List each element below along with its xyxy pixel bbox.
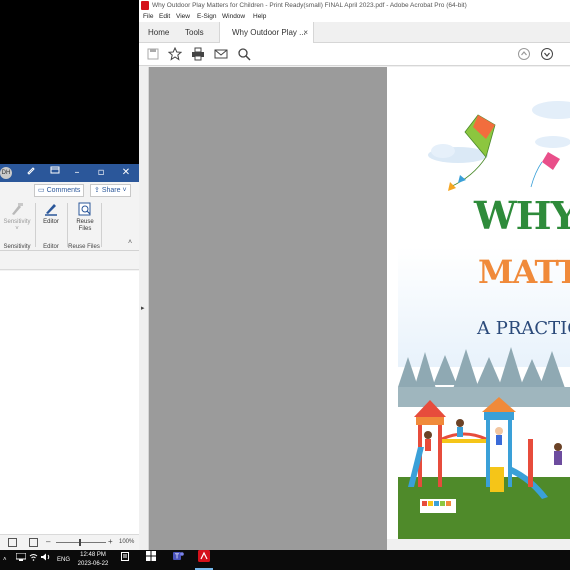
- comments-button[interactable]: ▭ Comments: [34, 184, 85, 197]
- save-icon[interactable]: [146, 47, 160, 61]
- editor-button[interactable]: Editor: [38, 201, 64, 226]
- menu-esign[interactable]: E-Sign: [197, 11, 217, 22]
- email-icon[interactable]: [214, 47, 228, 61]
- editor-icon: [43, 201, 59, 217]
- sensitivity-button-label: Sensitivity: [3, 219, 31, 225]
- editor-button-label: Editor: [43, 219, 59, 225]
- cover-illustration: [398, 101, 570, 539]
- ribbon-display-icon[interactable]: [44, 164, 66, 182]
- sensitivity-button[interactable]: Sensitivity ˅: [2, 201, 32, 233]
- reuse-files-button[interactable]: Reuse Files: [71, 201, 99, 233]
- word-title-bar: DH – ▫ ✕: [0, 164, 140, 182]
- sensitivity-group: Sensitivity ˅ Sensitivity: [0, 199, 34, 251]
- tab-document-label: Why Outdoor Play ...: [232, 28, 306, 37]
- acrobat-title-bar: Why Outdoor Play Matters for Children - …: [139, 0, 570, 11]
- acrobat-toolbar: [139, 43, 570, 66]
- bookmark-star-icon[interactable]: [167, 46, 183, 61]
- tab-tools[interactable]: Tools: [185, 22, 204, 43]
- close-icon[interactable]: ✕: [115, 164, 137, 182]
- zoom-out-icon[interactable]: –: [46, 537, 50, 546]
- desktop-screen: DH – ▫ ✕ ▭ Comments ⇪ Share ˅ Sensitivit…: [0, 0, 570, 570]
- menu-bar: File Edit View E-Sign Window Help: [139, 11, 570, 22]
- tab-document[interactable]: Why Outdoor Play ... ×: [219, 22, 314, 43]
- wifi-icon[interactable]: [29, 550, 38, 570]
- share-icon: ⇪: [94, 187, 100, 194]
- teams-icon[interactable]: T: [172, 550, 184, 570]
- network-icon[interactable]: [15, 550, 27, 570]
- taskbar: ˄ ENG 12:48 PM 2023-06-22 T: [0, 550, 570, 570]
- restore-icon[interactable]: ▫: [90, 164, 112, 182]
- viewport-bottom-area: [387, 539, 570, 550]
- cover-subtitle: A PRACTICAL GU: [477, 318, 570, 339]
- ribbon-actions: ▭ Comments ⇪ Share ˅: [0, 182, 140, 199]
- cover-title-why: WHY: [474, 193, 570, 238]
- acrobat-taskbar-icon[interactable]: [198, 550, 210, 570]
- window-title: Why Outdoor Play Matters for Children - …: [152, 2, 467, 9]
- windows-start-icon[interactable]: [146, 550, 156, 570]
- tab-home[interactable]: Home: [148, 22, 169, 43]
- zoom-level[interactable]: 100%: [119, 539, 134, 545]
- menu-window[interactable]: Window: [222, 11, 245, 22]
- print-icon[interactable]: [191, 47, 205, 61]
- zoom-in-icon[interactable]: +: [108, 537, 113, 546]
- word-ribbon: Sensitivity ˅ Sensitivity Editor Editor: [0, 199, 140, 251]
- comment-icon: ▭: [38, 187, 45, 194]
- page-down-icon[interactable]: [540, 47, 554, 61]
- reuse-files-button-label: Reuse Files: [76, 219, 94, 232]
- cover-title-line1: WHY O: [474, 193, 570, 238]
- zoom-slider[interactable]: [56, 542, 106, 543]
- share-label: Share: [101, 187, 121, 194]
- reuse-files-group: Reuse Files Reuse Files: [68, 199, 100, 251]
- tab-close-icon[interactable]: ×: [303, 22, 308, 43]
- document-viewport-gray: [149, 67, 387, 550]
- chevron-down-icon: ˅: [122, 187, 127, 194]
- page-number-field[interactable]: [563, 47, 570, 61]
- reuse-files-group-label: Reuse Files: [68, 244, 100, 250]
- volume-icon[interactable]: [41, 550, 51, 570]
- acrobat-tabs: Home Tools Why Outdoor Play ... ×: [139, 22, 570, 43]
- input-language[interactable]: ENG: [57, 550, 70, 570]
- word-window: DH – ▫ ✕ ▭ Comments ⇪ Share ˅ Sensitivit…: [0, 164, 140, 550]
- comments-label: Comments: [46, 187, 81, 194]
- sensitivity-group-label: Sensitivity: [3, 244, 31, 250]
- menu-help[interactable]: Help: [253, 11, 266, 22]
- zoom-slider-thumb[interactable]: [79, 539, 81, 546]
- pdf-page-cover[interactable]: WHY O MATTERS A PRACTICAL GU: [398, 67, 570, 539]
- editor-group: Editor Editor: [36, 199, 66, 251]
- word-status-bar: – + 100%: [0, 534, 140, 550]
- clock-time: 12:48 PM: [80, 552, 106, 558]
- menu-file[interactable]: File: [143, 11, 153, 22]
- zoom-search-icon[interactable]: [237, 47, 251, 61]
- menu-view[interactable]: View: [176, 11, 190, 22]
- collapse-ribbon-icon[interactable]: ˄: [128, 239, 132, 246]
- chevron-up-icon[interactable]: ˄: [3, 550, 7, 570]
- share-button[interactable]: ⇪ Share ˅: [90, 184, 131, 197]
- menu-edit[interactable]: Edit: [159, 11, 170, 22]
- account-avatar[interactable]: DH: [0, 167, 12, 179]
- word-document-area[interactable]: [0, 271, 140, 534]
- print-layout-icon[interactable]: [29, 538, 38, 547]
- navigation-pane-collapsed[interactable]: ▸: [139, 67, 149, 550]
- ribbon-divider: [101, 203, 102, 247]
- editor-group-label: Editor: [43, 244, 59, 250]
- reuse-files-icon: [77, 201, 93, 217]
- acrobat-app-icon: [141, 1, 149, 10]
- acrobat-window: Why Outdoor Play Matters for Children - …: [139, 0, 570, 550]
- sensitivity-icon: [9, 201, 25, 217]
- clock-date: 2023-06-22: [77, 561, 109, 567]
- minimize-icon[interactable]: –: [66, 164, 88, 182]
- word-subbar: [0, 252, 140, 270]
- read-mode-icon[interactable]: [8, 538, 17, 547]
- taskbar-clock[interactable]: 12:48 PM 2023-06-22: [74, 551, 112, 569]
- expand-pane-arrow-icon[interactable]: ▸: [141, 304, 145, 312]
- cover-title-line2: MATTERS: [478, 253, 570, 291]
- svg-text:T: T: [175, 554, 180, 561]
- notification-icon[interactable]: [121, 550, 129, 570]
- pen-icon[interactable]: [20, 164, 42, 182]
- page-up-icon[interactable]: [517, 47, 531, 61]
